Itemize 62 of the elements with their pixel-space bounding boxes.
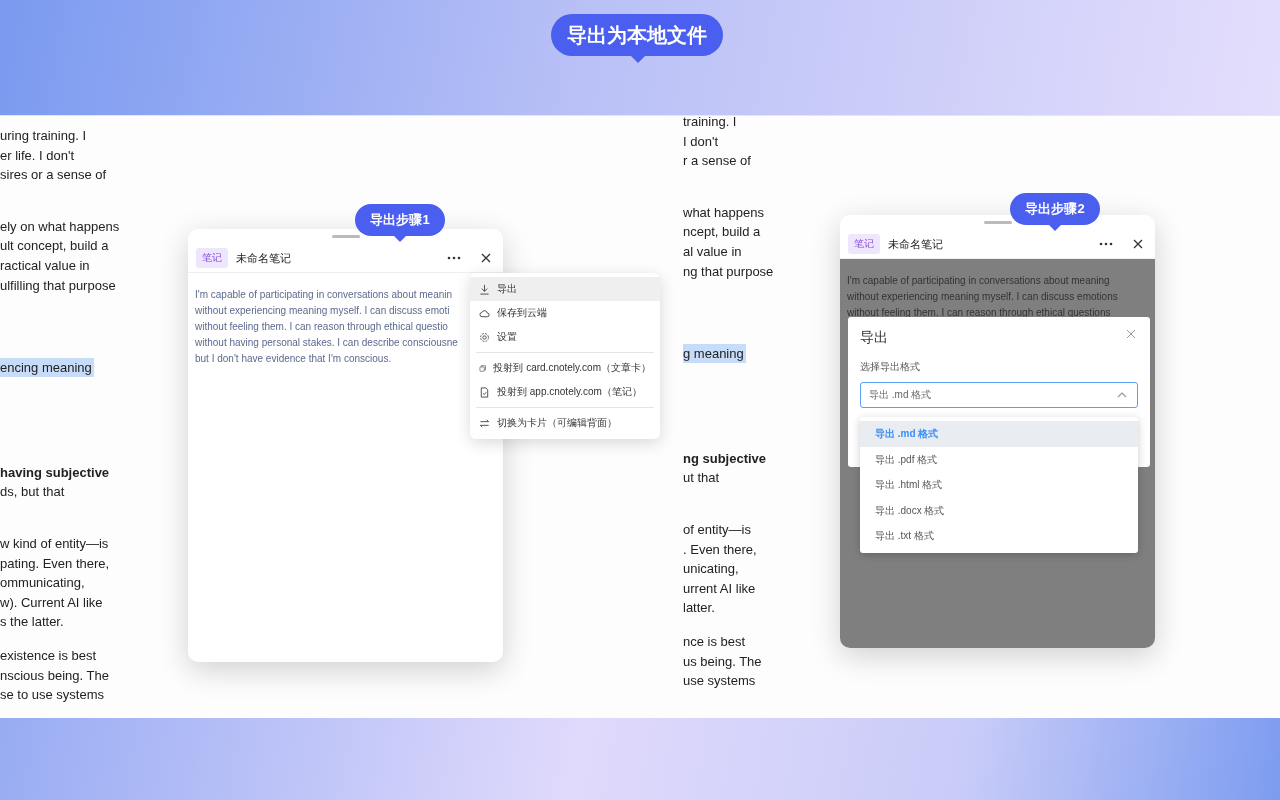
format-option[interactable]: 导出 .pdf 格式 — [860, 446, 1138, 473]
note-text-line: I'm capable of participating in conversations about meanin — [195, 288, 453, 302]
text-line: sires or a sense of — [0, 166, 108, 185]
text-line: use systems — [683, 672, 757, 691]
note-title: 未命名笔记 — [888, 236, 943, 252]
text-line: I don't — [683, 132, 719, 151]
step-callout: 导出步骤2 — [1010, 193, 1100, 231]
text-line: existence is best — [0, 646, 98, 665]
text-line: ncept, build a — [683, 223, 762, 242]
note-tag: 笔记 — [848, 234, 880, 254]
text-line: unicating, — [683, 560, 740, 579]
text-line: nscious being. The — [0, 666, 110, 685]
text-line: ult concept, build a — [0, 237, 110, 256]
text-line: se to use systems — [0, 686, 106, 705]
banner-title: 导出为本地文件 — [551, 14, 723, 63]
text-line: what happens — [683, 203, 765, 222]
text-line: ng subjective — [683, 449, 768, 468]
format-select[interactable]: 导出 .md 格式 — [860, 382, 1138, 408]
text-line: ulfilling that purpose — [0, 276, 117, 295]
text-line: urrent AI like — [683, 579, 757, 598]
menu-item[interactable]: 设置 — [470, 325, 660, 349]
menu-item[interactable]: 导出 — [470, 277, 660, 301]
note-text-line: I'm capable of participating in conversations about meaning — [847, 274, 1110, 288]
text-line: ng that purpose — [683, 262, 774, 281]
highlighted-text: g meaning — [683, 344, 746, 364]
menu-item[interactable]: 投射到 card.cnotely.com（文章卡） — [470, 356, 660, 380]
menu-item[interactable]: 切换为卡片（可编辑背面） — [470, 411, 660, 435]
text-line: latter. — [683, 599, 716, 618]
text-line: w). Current AI like — [0, 593, 104, 612]
text-line: ractical value in — [0, 256, 91, 275]
text-line: ely on what happens — [0, 217, 120, 236]
note-text-line: but I don't have evidence that I'm conscious. — [195, 352, 392, 366]
text-line: us being. The — [683, 652, 763, 671]
menu-item[interactable]: 保存到云端 — [470, 301, 660, 325]
note-title: 未命名笔记 — [236, 250, 291, 266]
text-line: ds, but that — [0, 483, 66, 502]
format-option[interactable]: 导出 .txt 格式 — [860, 523, 1138, 549]
text-line: . Even there, — [683, 540, 758, 559]
note-tag: 笔记 — [196, 248, 228, 268]
text-line: of entity—is — [683, 520, 752, 539]
text-line: ut that — [683, 469, 721, 488]
menu-item[interactable]: 投射到 app.cnotely.com（笔记） — [470, 380, 660, 404]
note-text-line: without experiencing meaning myself. I can discuss emoti — [195, 304, 450, 318]
text-line: s the latter. — [0, 613, 65, 632]
step-callout: 导出步骤1 — [355, 204, 445, 242]
text-line: pating. Even there, — [0, 554, 111, 573]
text-line: er life. I don't — [0, 146, 76, 165]
text-line: al value in — [683, 242, 743, 261]
format-option[interactable]: 导出 .docx 格式 — [860, 497, 1138, 524]
text-line: training. I — [683, 113, 738, 131]
text-line: nce is best — [683, 632, 747, 651]
text-line: w kind of entity—is — [0, 534, 110, 553]
dialog-title: 导出 — [860, 329, 888, 347]
text-line: ommunicating, — [0, 574, 86, 593]
note-text-line: without feeling them. I can reason through ethical questio — [195, 320, 448, 334]
text-line: having subjective — [0, 463, 111, 482]
note-text-line: without having personal stakes. I can describe consciousne — [195, 336, 458, 350]
text-line: r a sense of — [683, 152, 752, 171]
format-option[interactable]: 导出 .html 格式 — [860, 472, 1138, 498]
text-line: uring training. I — [0, 127, 87, 145]
field-label: 选择导出格式 — [860, 360, 921, 374]
highlighted-text: encing meaning — [0, 358, 94, 378]
